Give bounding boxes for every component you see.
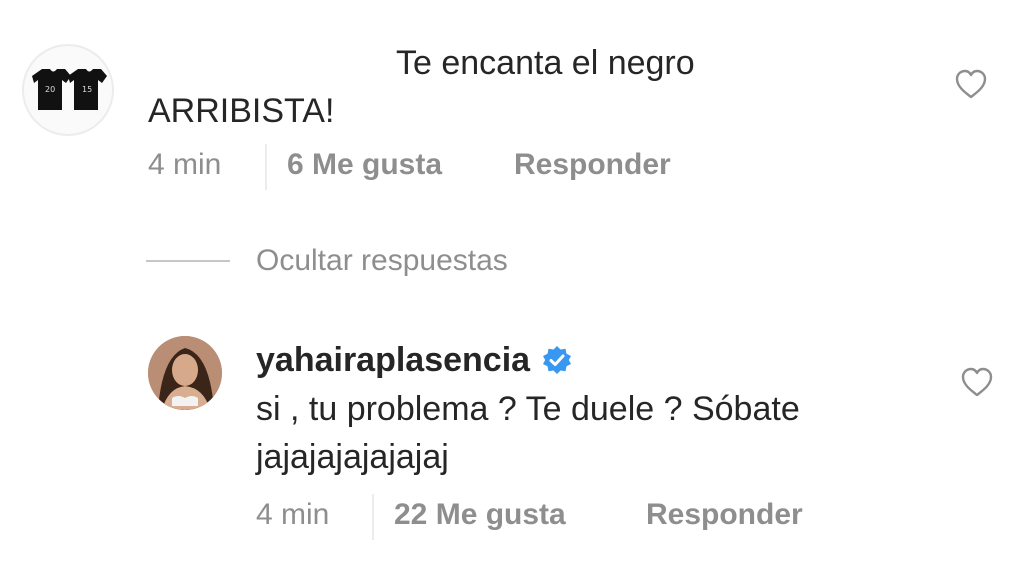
tshirts-avatar-icon: 20 15	[32, 69, 107, 110]
svg-text:20: 20	[45, 85, 55, 94]
reply-text-line-1: si , tu problema ? Te duele ? Sóbate	[256, 390, 800, 428]
comment-timestamp: 4 min	[148, 148, 222, 181]
reply-item: yahairaplasencia si , tu problema ? Te d…	[0, 300, 1024, 560]
reply-header: yahairaplasencia	[256, 337, 572, 383]
comment-item: 20 15 Te encanta el negro ARRIBISTA! 4 m…	[0, 0, 1024, 230]
reply-timestamp: 4 min	[256, 498, 330, 531]
reply-avatar[interactable]	[148, 336, 222, 410]
svg-text:15: 15	[82, 85, 92, 94]
hide-replies-label[interactable]: Ocultar respuestas	[256, 244, 508, 278]
commenter-avatar[interactable]: 20 15	[22, 44, 114, 136]
comment-text-line-2: ARRIBISTA!	[148, 92, 335, 130]
reply-meta: 4 min 22 Me gusta Responder	[0, 494, 1024, 540]
comment-meta: 4 min 6 Me gusta Responder	[0, 144, 1024, 190]
comment-text-line-1: Te encanta el negro	[396, 44, 695, 82]
reply-reply-button[interactable]: Responder	[646, 498, 803, 532]
comment-likes-link[interactable]: 6 Me gusta	[287, 148, 442, 182]
reply-username[interactable]: yahairaplasencia	[256, 341, 530, 379]
profile-photo-avatar-icon	[148, 336, 222, 410]
verified-badge-icon	[543, 346, 572, 374]
reply-likes-link[interactable]: 22 Me gusta	[394, 498, 566, 532]
heart-outline-icon[interactable]	[954, 68, 988, 100]
reply-text-line-2: jajajajajajajaj	[256, 438, 449, 476]
meta-divider	[372, 494, 374, 540]
replies-line-divider	[146, 260, 230, 262]
heart-outline-icon[interactable]	[960, 366, 994, 398]
meta-divider	[265, 144, 267, 190]
comment-reply-button[interactable]: Responder	[514, 148, 671, 182]
